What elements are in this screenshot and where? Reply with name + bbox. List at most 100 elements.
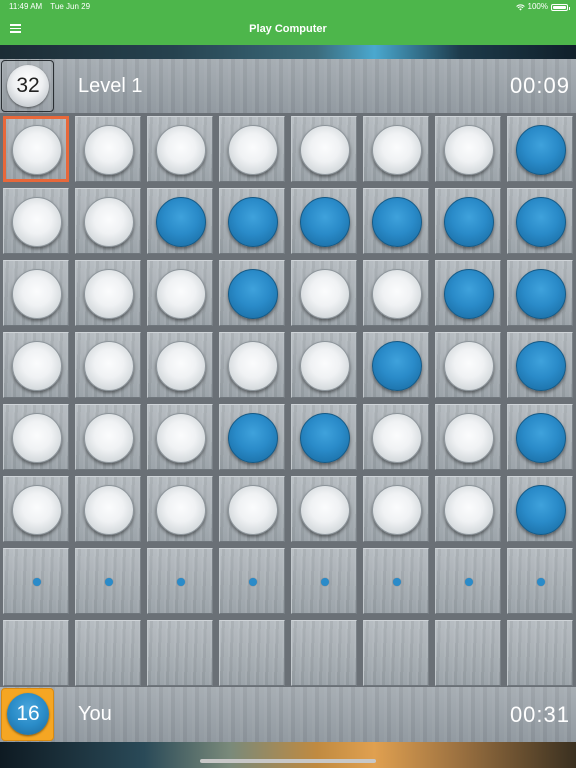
board-cell-r5-c2[interactable]: [75, 404, 141, 470]
opponent-disc-count: 32: [7, 65, 49, 107]
blue-disc: [228, 413, 278, 463]
board-cell-r6-c1[interactable]: [3, 476, 69, 542]
blue-disc: [516, 413, 566, 463]
board-cell-r4-c5[interactable]: [291, 332, 357, 398]
board-cell-r8-c2[interactable]: [75, 620, 141, 686]
board-cell-r6-c2[interactable]: [75, 476, 141, 542]
board-cell-r3-c5[interactable]: [291, 260, 357, 326]
board-cell-r5-c5[interactable]: [291, 404, 357, 470]
board-cell-r4-c4[interactable]: [219, 332, 285, 398]
board-cell-r6-c5[interactable]: [291, 476, 357, 542]
player-count-badge: 16: [1, 688, 54, 741]
white-disc: [300, 125, 350, 175]
valid-move-dot: [249, 578, 257, 586]
valid-move-dot: [537, 578, 545, 586]
board-cell-r5-c8[interactable]: [507, 404, 573, 470]
board-cell-r7-c6[interactable]: [363, 548, 429, 614]
board-cell-selected[interactable]: [3, 116, 69, 182]
board-cell-r8-c5[interactable]: [291, 620, 357, 686]
board-cell-r1-c4[interactable]: [219, 116, 285, 182]
board-cell-r5-c3[interactable]: [147, 404, 213, 470]
white-disc: [300, 341, 350, 391]
board-cell-r2-c6[interactable]: [363, 188, 429, 254]
board-cell-r6-c8[interactable]: [507, 476, 573, 542]
board-cell-r4-c1[interactable]: [3, 332, 69, 398]
board-cell-r3-c2[interactable]: [75, 260, 141, 326]
white-disc: [228, 341, 278, 391]
board-cell-r7-c1[interactable]: [3, 548, 69, 614]
white-disc: [300, 485, 350, 535]
board-cell-r8-c6[interactable]: [363, 620, 429, 686]
white-disc: [444, 485, 494, 535]
white-disc: [372, 485, 422, 535]
board-cell-r4-c2[interactable]: [75, 332, 141, 398]
board-cell-r3-c1[interactable]: [3, 260, 69, 326]
board-cell-r8-c7[interactable]: [435, 620, 501, 686]
board-cell-r7-c4[interactable]: [219, 548, 285, 614]
board-cell-r4-c8[interactable]: [507, 332, 573, 398]
valid-move-dot: [33, 578, 41, 586]
white-disc: [228, 125, 278, 175]
white-disc: [12, 125, 62, 175]
board-cell-r2-c1[interactable]: [3, 188, 69, 254]
white-disc: [84, 341, 134, 391]
board-cell-r6-c6[interactable]: [363, 476, 429, 542]
valid-move-dot: [321, 578, 329, 586]
board-cell-r8-c8[interactable]: [507, 620, 573, 686]
board-cell-r1-c7[interactable]: [435, 116, 501, 182]
board-cell-r7-c7[interactable]: [435, 548, 501, 614]
battery-percent: 100%: [527, 2, 548, 11]
board-cell-r6-c3[interactable]: [147, 476, 213, 542]
board-cell-r4-c7[interactable]: [435, 332, 501, 398]
board-cell-r1-c3[interactable]: [147, 116, 213, 182]
white-disc: [12, 341, 62, 391]
board-cell-r3-c6[interactable]: [363, 260, 429, 326]
board-cell-r6-c4[interactable]: [219, 476, 285, 542]
board-cell-r2-c8[interactable]: [507, 188, 573, 254]
blue-disc: [228, 269, 278, 319]
board-cell-r7-c2[interactable]: [75, 548, 141, 614]
blue-disc: [516, 341, 566, 391]
wifi-icon: [515, 4, 525, 10]
blue-disc: [372, 341, 422, 391]
board-cell-r2-c3[interactable]: [147, 188, 213, 254]
opponent-panel: Level 1 00:09: [0, 59, 576, 113]
board-cell-r2-c2[interactable]: [75, 188, 141, 254]
white-disc: [12, 269, 62, 319]
board-cell-r3-c3[interactable]: [147, 260, 213, 326]
board-cell-r1-c2[interactable]: [75, 116, 141, 182]
board-cell-r1-c8[interactable]: [507, 116, 573, 182]
board-cell-r4-c3[interactable]: [147, 332, 213, 398]
board-cell-r3-c7[interactable]: [435, 260, 501, 326]
opponent-timer: 00:09: [509, 73, 570, 98]
board-cell-r1-c6[interactable]: [363, 116, 429, 182]
blue-disc: [372, 197, 422, 247]
board-cell-r8-c1[interactable]: [3, 620, 69, 686]
white-disc: [444, 341, 494, 391]
white-disc: [12, 413, 62, 463]
board-cell-r6-c7[interactable]: [435, 476, 501, 542]
white-disc: [12, 485, 62, 535]
board-cell-r5-c6[interactable]: [363, 404, 429, 470]
board-cell-r5-c1[interactable]: [3, 404, 69, 470]
board-cell-r7-c5[interactable]: [291, 548, 357, 614]
board-cell-r7-c3[interactable]: [147, 548, 213, 614]
white-disc: [84, 125, 134, 175]
player-timer: 00:31: [509, 702, 570, 727]
board-cell-r8-c4[interactable]: [219, 620, 285, 686]
opponent-label: Level 1: [78, 75, 143, 97]
board-cell-r1-c5[interactable]: [291, 116, 357, 182]
board-cell-r2-c7[interactable]: [435, 188, 501, 254]
blue-disc: [516, 269, 566, 319]
board-cell-r4-c6[interactable]: [363, 332, 429, 398]
board-cell-r3-c8[interactable]: [507, 260, 573, 326]
white-disc: [300, 269, 350, 319]
board-cell-r5-c4[interactable]: [219, 404, 285, 470]
board-cell-r8-c3[interactable]: [147, 620, 213, 686]
board-cell-r3-c4[interactable]: [219, 260, 285, 326]
board-cell-r7-c8[interactable]: [507, 548, 573, 614]
board-cell-r2-c4[interactable]: [219, 188, 285, 254]
nav-bar: Play Computer: [0, 14, 576, 45]
board-cell-r2-c5[interactable]: [291, 188, 357, 254]
board-cell-r5-c7[interactable]: [435, 404, 501, 470]
